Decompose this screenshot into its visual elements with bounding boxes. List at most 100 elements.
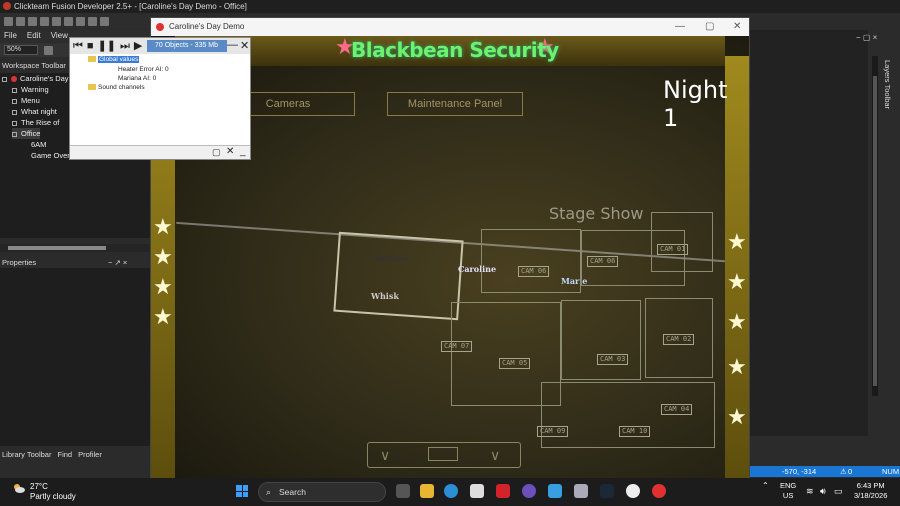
cam-button[interactable]: CAM 04 [661,404,693,415]
debugger-toolbar: ⏮ ■ ❚❚ ⏭ ▶ 70 Objects - 335 Mb — ✕ [70,38,250,54]
chevron-down-icon[interactable]: ∨ [490,447,500,464]
help-icon[interactable] [100,16,109,26]
cam-button[interactable]: CAM 10 [619,426,651,437]
fusion-icon[interactable] [652,484,666,498]
maximize-button[interactable]: ▢ [705,18,714,36]
stop-icon[interactable]: ■ [87,40,94,52]
expand-icon[interactable] [12,87,17,93]
menu-edit[interactable]: Edit [27,30,41,42]
chevron-down-icon[interactable]: ∨ [380,447,390,464]
tree-item-what-night[interactable]: What night [12,106,57,117]
weather-widget[interactable]: 27°C Partly cloudy [30,482,76,502]
save-icon[interactable] [28,16,37,26]
file-explorer-icon[interactable] [420,484,434,498]
wifi-icon[interactable]: ≋ [806,486,814,496]
heater-error-value[interactable]: Heater Error AI: 0 [118,66,169,73]
folder-icon [88,56,96,63]
rewind-icon[interactable]: ⏮ [73,40,83,52]
sound-channels-node[interactable]: Sound channels [88,84,145,91]
search-icon: ⌕ [266,487,272,497]
tree-item-rise-of[interactable]: The Rise of [12,117,59,128]
maintenance-panel-button[interactable]: Maintenance Panel [387,92,523,116]
cam-button[interactable]: CAM 03 [597,354,629,365]
workspace-scrollbar[interactable] [0,244,150,252]
play-icon[interactable]: ▶ [134,40,142,52]
obs-icon[interactable] [522,484,536,498]
close-icon[interactable]: ✕ [240,39,249,52]
star-icon: ★ [153,304,173,329]
debugger-scrollbar[interactable] [243,55,248,140]
stage-show-label: Stage Show [549,204,644,223]
step-icon[interactable]: ⏭ [120,40,130,52]
battery-icon[interactable]: ▭ [834,486,843,496]
cam-button[interactable]: CAM 09 [537,426,569,437]
properties-header: Properties − ↗ × [0,258,150,268]
redo-icon[interactable] [88,16,97,26]
warning-icon: ⚠ [840,467,847,476]
lightshot-icon[interactable] [496,484,510,498]
layers-toolbar[interactable]: Layers Toolbar [880,58,896,138]
close-icon[interactable]: ✕ [226,146,234,157]
map-room [541,382,715,448]
github-icon[interactable] [626,484,640,498]
tree-item-office[interactable]: Office [12,128,41,139]
notepad-icon[interactable] [548,484,562,498]
volume-icon[interactable]: 🔊︎ [820,486,826,496]
expand-icon[interactable] [12,120,17,126]
cam-button[interactable]: CAM 06 [587,256,619,267]
tab-library-toolbar[interactable]: Library Toolbar [2,449,51,461]
zoom-select[interactable]: 50% [4,45,38,55]
panel-controls[interactable]: − ↗ × [108,258,127,268]
expand-icon[interactable] [12,98,17,104]
tree-item-6am[interactable]: 6AM [22,139,46,150]
editor-window-controls[interactable]: − ▢ × [856,33,877,42]
tree-item-project[interactable]: Caroline's Day [2,73,69,84]
cam-button[interactable]: CAM 06 [518,266,550,277]
center-button[interactable] [428,447,458,461]
clock[interactable]: 6:43 PM 3/18/2026 [854,481,887,501]
paste-icon[interactable] [64,16,73,26]
new-file-icon[interactable] [4,16,13,26]
map-room [651,212,713,272]
close-button[interactable]: ✕ [733,18,741,36]
minimize-icon[interactable]: _ [240,146,246,157]
cut-icon[interactable] [40,16,49,26]
pencil-icon[interactable] [44,45,53,55]
tab-find[interactable]: Find [57,449,72,461]
tree-item-game-over[interactable]: Game Over [22,150,70,161]
edge-icon[interactable] [444,484,458,498]
expand-icon[interactable] [2,76,7,82]
menu-view[interactable]: View [51,30,68,42]
windows-start-icon[interactable] [236,485,248,497]
mariana-ai-value[interactable]: Mariana AI: 0 [118,75,156,82]
minimize-button[interactable]: — [675,18,685,36]
open-folder-icon[interactable] [16,16,25,26]
object-count: 70 Objects - 335 Mb [147,40,227,52]
undo-icon[interactable] [76,16,85,26]
cam-button[interactable]: CAM 07 [441,341,473,352]
tab-profiler[interactable]: Profiler [78,449,102,461]
pause-icon[interactable]: ❚❚ [98,40,116,52]
language-indicator[interactable]: ENG US [780,481,796,501]
microsoft-store-icon[interactable] [470,484,484,498]
star-icon: ★ [727,269,747,294]
expand-icon[interactable] [12,109,17,115]
menu-file[interactable]: File [4,30,17,42]
cam-button[interactable]: CAM 01 [657,244,689,255]
task-view-icon[interactable] [396,484,410,498]
window-icon[interactable]: ▢ [212,147,221,158]
expand-icon[interactable] [12,131,17,137]
cam-button[interactable]: CAM 05 [499,358,531,369]
steam-icon[interactable] [600,484,614,498]
minimize-icon[interactable]: — [227,39,238,51]
tree-item-warning[interactable]: Warning [12,84,49,95]
cam-button[interactable]: CAM 02 [663,334,695,345]
editor-vscrollbar[interactable] [872,56,878,396]
chevron-up-icon[interactable]: ⌃ [762,481,769,491]
debugger-bottom-bar: ▢ ✕ _ [70,145,250,159]
global-values-node[interactable]: Global values [88,56,140,63]
foxit-icon[interactable] [574,484,588,498]
tree-item-menu[interactable]: Menu [12,95,40,106]
copy-icon[interactable] [52,16,61,26]
taskbar-search[interactable]: ⌕ Search [258,482,386,502]
